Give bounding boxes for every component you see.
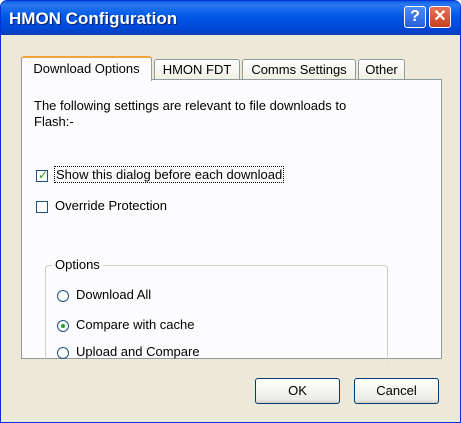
options-group-label: Options <box>52 257 103 272</box>
radio-compare-with-cache-label[interactable]: Compare with cache <box>76 317 195 332</box>
tab-panel-download-options: The following settings are relevant to f… <box>21 79 442 361</box>
close-button[interactable]: ✕ <box>429 6 451 28</box>
radio-selected-icon <box>61 324 65 328</box>
show-dialog-checkbox[interactable]: ✓ <box>36 168 49 182</box>
radio-upload-and-compare-label[interactable]: Upload and Compare <box>76 344 200 359</box>
tab-comms-settings[interactable]: Comms Settings <box>242 59 356 80</box>
ok-button[interactable]: OK <box>255 378 340 404</box>
window-title: HMON Configuration <box>9 9 178 28</box>
radio-download-all[interactable] <box>57 290 69 302</box>
tab-label: Download Options <box>33 61 140 76</box>
dialog-window: HMON Configuration ? ✕ Download Options … <box>0 0 461 423</box>
tab-label: Comms Settings <box>251 62 347 77</box>
help-icon: ? <box>410 8 420 25</box>
tab-hmon-fdt[interactable]: HMON FDT <box>154 59 240 80</box>
radio-download-all-label[interactable]: Download All <box>76 287 151 302</box>
tab-download-options[interactable]: Download Options <box>21 56 152 81</box>
check-mark-icon: ✓ <box>37 168 49 182</box>
radio-upload-and-compare[interactable] <box>57 347 69 359</box>
description-line-1: The following settings are relevant to f… <box>34 98 347 113</box>
cancel-button[interactable]: Cancel <box>354 378 439 404</box>
description-line-2: Flash:- <box>34 114 74 129</box>
close-icon: ✕ <box>433 8 447 25</box>
tab-other[interactable]: Other <box>358 59 405 80</box>
override-protection-label[interactable]: Override Protection <box>55 198 167 213</box>
tab-label: Other <box>365 62 398 77</box>
options-groupbox: Options Download All Compare with cache … <box>45 257 388 361</box>
title-bar[interactable]: HMON Configuration ? ✕ <box>1 1 460 35</box>
show-dialog-label[interactable]: Show this dialog before each download <box>54 166 285 183</box>
help-button[interactable]: ? <box>404 6 426 28</box>
tab-label: HMON FDT <box>162 62 232 77</box>
override-protection-checkbox[interactable] <box>36 201 48 213</box>
radio-compare-with-cache[interactable] <box>57 320 69 332</box>
